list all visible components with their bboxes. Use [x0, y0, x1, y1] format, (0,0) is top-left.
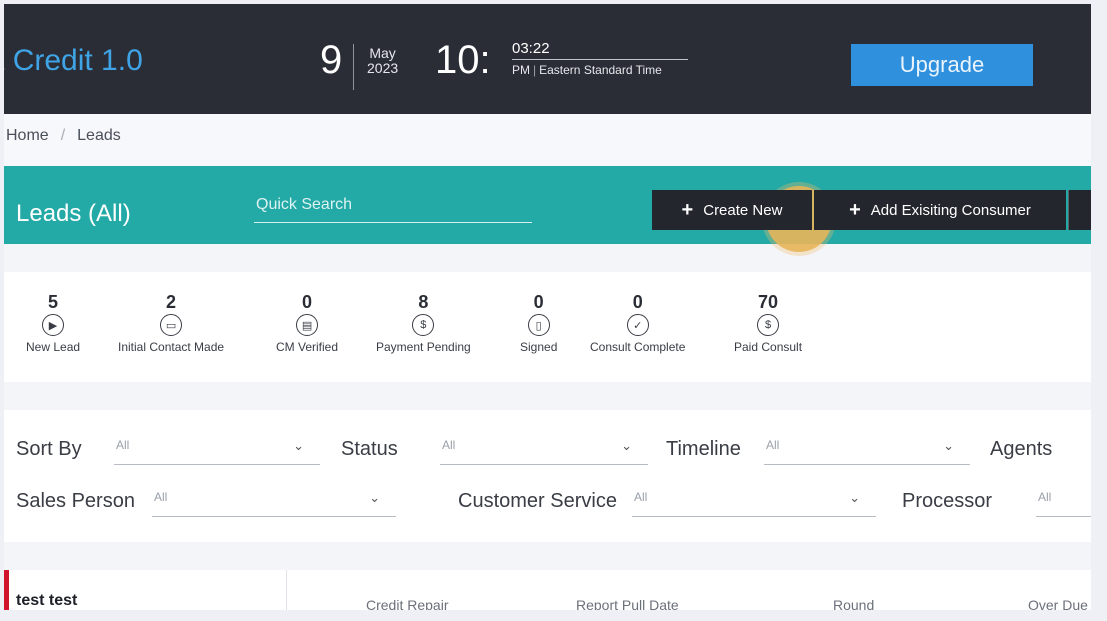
stat-count: 70 — [758, 292, 779, 312]
timeline-value: All — [766, 438, 780, 452]
check-icon: ✓ — [626, 314, 649, 336]
stat-cm-verified[interactable]: 0 ▤ CM Verified — [276, 292, 338, 354]
breadcrumb-separator: / — [60, 127, 66, 144]
clock-ampm: PM — [512, 63, 530, 77]
quick-search — [254, 186, 832, 252]
timeline-select[interactable]: All ⌄ — [764, 438, 970, 465]
plus-icon: + — [681, 199, 694, 221]
column-report-pull-date: Report Pull Date — [576, 597, 679, 610]
upgrade-button[interactable]: Upgrade — [851, 44, 1033, 86]
plus-icon: + — [849, 199, 861, 221]
lead-status-summary: 5 ▶ New Lead 2 ▭ Initial Contact Made 0 … — [4, 272, 1091, 382]
stat-signed[interactable]: 0 ▯ Signed — [520, 292, 557, 354]
dollar-check-icon: $ — [757, 314, 780, 336]
megaphone-icon: ▶ — [42, 314, 65, 336]
create-new-button[interactable]: + Create New — [652, 190, 812, 230]
status-value: All — [442, 438, 456, 452]
date-day: 9 — [320, 38, 343, 82]
stat-label: Paid Consult — [734, 340, 803, 354]
stat-label: Signed — [520, 340, 558, 354]
stat-count: 0 — [302, 292, 313, 312]
customer-service-label: Customer Service — [458, 490, 617, 512]
processor-select[interactable]: All — [1036, 490, 1091, 517]
agents-label: Agents — [990, 438, 1053, 460]
customer-service-select[interactable]: All ⌄ — [632, 490, 876, 517]
column-over-due: Over Due — [1028, 597, 1088, 610]
leads-table: test test Credit Repair Report Pull Date… — [4, 570, 1091, 610]
top-header: t Credit 1.0 9 May 2023 10: 03:22 PM|Eas… — [4, 4, 1091, 114]
breadcrumb-trail: Home / Leads — [6, 127, 121, 145]
chat-icon: ▭ — [160, 314, 183, 336]
stat-label: New Lead — [26, 340, 81, 354]
column-credit-repair: Credit Repair — [366, 597, 449, 610]
sales-person-select[interactable]: All ⌄ — [152, 490, 396, 517]
document-icon: ▯ — [527, 314, 550, 336]
chevron-down-icon: ⌄ — [369, 490, 380, 505]
row-status-marker — [4, 570, 9, 610]
chevron-down-icon: ⌄ — [943, 438, 954, 453]
stat-paid-consult[interactable]: 70 $ Paid Consult — [734, 292, 802, 354]
lead-name[interactable]: test test — [16, 592, 77, 610]
sort-by-value: All — [116, 438, 130, 452]
sort-by-label: Sort By — [16, 438, 82, 460]
date-divider — [353, 44, 354, 90]
add-existing-consumer-button[interactable]: + Add Exisiting Consumer — [814, 190, 1066, 230]
stat-label: Consult Complete — [590, 340, 686, 354]
date-month: May — [369, 45, 396, 61]
status-label: Status — [341, 438, 398, 460]
chevron-down-icon: ⌄ — [293, 438, 304, 453]
timezone-label: Eastern Standard Time — [539, 63, 662, 77]
dollar-icon: $ — [412, 314, 435, 336]
processor-value: All — [1038, 490, 1052, 504]
chevron-down-icon: ⌄ — [621, 438, 632, 453]
app-frame: t Credit 1.0 9 May 2023 10: 03:22 PM|Eas… — [4, 4, 1091, 610]
stat-consult-complete[interactable]: 0 ✓ Consult Complete — [590, 292, 685, 354]
stat-label: CM Verified — [276, 340, 339, 354]
sales-person-label: Sales Person — [16, 490, 135, 512]
stat-count: 0 — [632, 292, 643, 312]
column-round: Round — [833, 597, 875, 610]
sort-by-select[interactable]: All ⌄ — [114, 438, 320, 465]
breadcrumb: Home / Leads — [4, 114, 1091, 166]
processor-label: Processor — [902, 490, 993, 512]
create-new-label: Create New — [703, 201, 783, 219]
sales-person-value: All — [154, 490, 168, 504]
column-divider — [286, 570, 287, 610]
clock-hour: 10: — [435, 38, 491, 82]
leads-toolbar: Leads (All) + Create New + Add Exisiting… — [4, 166, 1091, 252]
stat-initial-contact[interactable]: 2 ▭ Initial Contact Made — [118, 292, 224, 354]
card-icon: ▤ — [296, 314, 319, 336]
stat-count: 2 — [166, 292, 177, 312]
timezone-divider: | — [533, 63, 537, 77]
customer-service-value: All — [634, 490, 648, 504]
clock-minutes: 03:22 — [512, 40, 688, 60]
stat-count: 8 — [418, 292, 429, 312]
date-month-year: May 2023 — [367, 46, 398, 76]
breadcrumb-home[interactable]: Home — [6, 127, 49, 144]
stat-new-lead[interactable]: 5 ▶ New Lead — [26, 292, 80, 354]
timeline-label: Timeline — [666, 438, 741, 460]
status-select[interactable]: All ⌄ — [440, 438, 648, 465]
page-title: Leads (All) — [16, 200, 131, 227]
breadcrumb-current: Leads — [77, 127, 121, 144]
stat-count: 5 — [48, 292, 59, 312]
stat-label: Payment Pending — [376, 340, 471, 354]
add-existing-label: Add Exisiting Consumer — [870, 201, 1031, 219]
app-title: t Credit 1.0 — [4, 44, 143, 78]
chevron-down-icon: ⌄ — [849, 490, 860, 505]
filter-panel: Sort By All ⌄ Status All ⌄ Timeline All … — [4, 410, 1091, 542]
stat-payment-pending[interactable]: 8 $ Payment Pending — [376, 292, 471, 354]
stat-label: Initial Contact Made — [118, 340, 225, 354]
clock-details: 03:22 PM | Eastern Standard Time — [512, 40, 688, 77]
date-year: 2023 — [367, 60, 399, 76]
more-actions-button[interactable] — [1068, 190, 1091, 230]
stat-count: 0 — [533, 292, 544, 312]
timezone-line: PM | Eastern Standard Time — [512, 63, 688, 77]
search-input[interactable] — [256, 192, 506, 218]
app-title-accent: Credit 1.0 — [12, 44, 143, 77]
